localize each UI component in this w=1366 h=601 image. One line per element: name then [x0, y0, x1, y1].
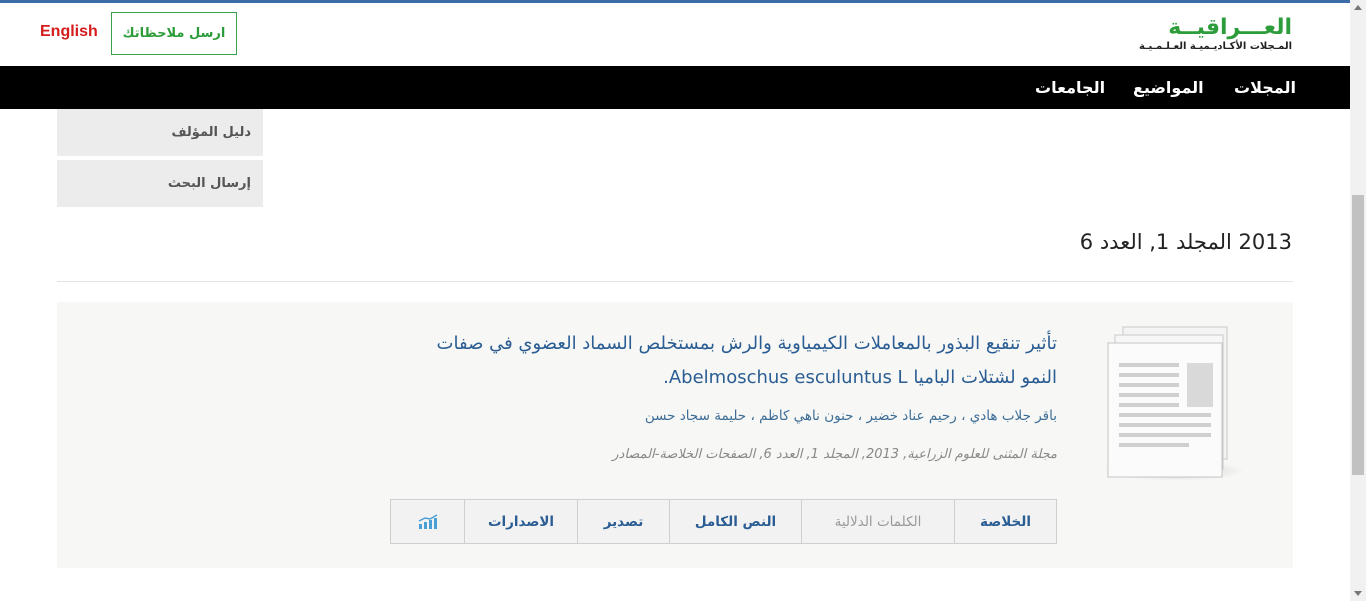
- send-feedback-button[interactable]: ارسل ملاحظاتك: [111, 12, 237, 55]
- article-actions-tabs: الاصدارات تصدير النص الكامل الكلمات الدل…: [390, 499, 1057, 544]
- tab-keywords[interactable]: الكلمات الدلالية: [802, 499, 955, 544]
- sidebar-item-submit-paper[interactable]: إرسال البحث: [57, 160, 263, 211]
- article-citation: مجلة المثنى للعلوم الزراعية, 2013, المجل…: [612, 447, 1057, 462]
- article-authors[interactable]: باقر جلاب هادي ، رحيم عناد خضير ، حنون ن…: [357, 408, 1057, 424]
- scrollbar[interactable]: [1350, 0, 1366, 601]
- sidebar-item-author-guide[interactable]: دليل المؤلف: [57, 109, 263, 160]
- scroll-down-arrow-icon[interactable]: [1350, 585, 1366, 601]
- nav-item-subjects[interactable]: المواضيع: [1133, 66, 1204, 109]
- tab-releases[interactable]: الاصدارات: [465, 499, 578, 544]
- nav-item-journals[interactable]: المجلات: [1234, 66, 1296, 109]
- english-language-link[interactable]: English: [40, 23, 98, 41]
- main-navbar: المجلات المواضيع الجامعات: [0, 66, 1350, 109]
- site-logo[interactable]: العـــراقيــة المـجلات الأكـاديـميـة الع…: [1122, 15, 1292, 53]
- scroll-up-arrow-icon[interactable]: [1350, 0, 1366, 16]
- tab-abstract[interactable]: الخلاصة: [955, 499, 1057, 544]
- sidebar: دليل المؤلف إرسال البحث: [57, 109, 263, 211]
- article-title-link[interactable]: تأثير تنقيع البذور بالمعاملات الكيمياوية…: [397, 327, 1057, 395]
- scrollbar-thumb[interactable]: [1352, 195, 1364, 475]
- bar-chart-icon: [418, 513, 437, 529]
- issue-heading: 2013 المجلد 1, العدد 6: [1079, 230, 1292, 254]
- logo-subtitle: المـجلات الأكـاديـميـة العـلـمـيـة: [1139, 41, 1292, 52]
- document-stack-icon: [1105, 326, 1245, 481]
- nav-item-universities[interactable]: الجامعات: [1035, 66, 1105, 109]
- logo-title: العـــراقيــة: [1168, 15, 1292, 40]
- tab-export[interactable]: تصدير: [578, 499, 670, 544]
- divider: [57, 281, 1293, 282]
- header: العـــراقيــة المـجلات الأكـاديـميـة الع…: [0, 3, 1350, 66]
- stats-button[interactable]: [390, 499, 465, 544]
- tab-fulltext[interactable]: النص الكامل: [670, 499, 802, 544]
